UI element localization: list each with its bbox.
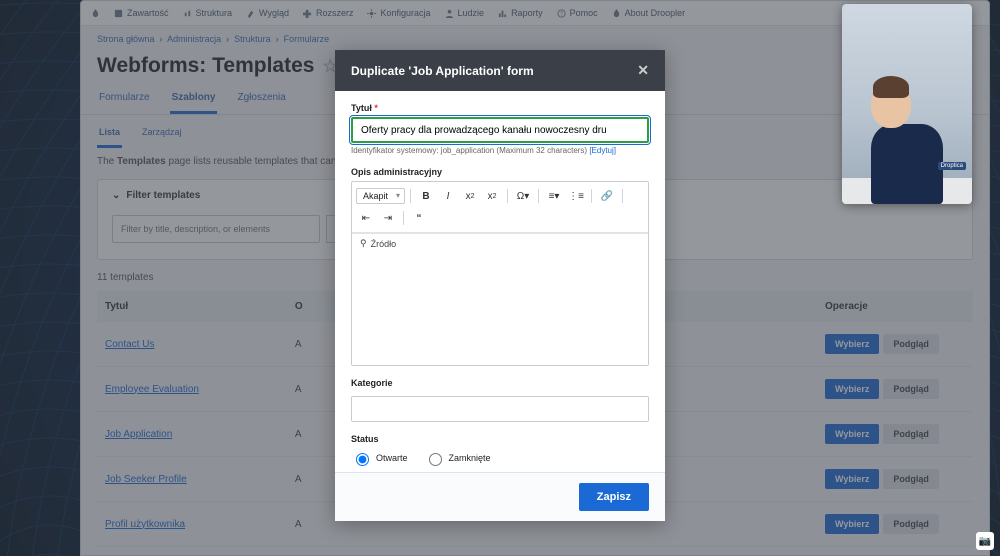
source-button[interactable]: ⚲ Źródło <box>352 233 648 253</box>
save-button[interactable]: Zapisz <box>579 483 649 511</box>
code-icon: ⚲ <box>360 238 367 249</box>
close-icon[interactable]: ✕ <box>637 62 649 79</box>
numlist-icon[interactable]: ≡▾ <box>544 186 564 206</box>
title-input[interactable] <box>351 117 649 143</box>
machine-name-hint: Identyfikator systemowy: job_application… <box>351 146 649 155</box>
desc-label: Opis administracyjny <box>351 167 649 177</box>
status-closed-radio[interactable]: Zamknięte <box>424 450 491 466</box>
categories-input[interactable] <box>351 396 649 422</box>
indent-icon[interactable]: ⇥ <box>378 208 398 228</box>
bold-icon[interactable]: B <box>416 186 436 206</box>
omega-icon[interactable]: Ω▾ <box>513 186 533 206</box>
superscript-icon[interactable]: x2 <box>482 186 502 206</box>
quote-icon[interactable]: “ <box>409 208 429 228</box>
status-label: Status <box>351 434 649 444</box>
shirt-logo: Droptica <box>938 162 966 170</box>
camera-icon[interactable]: 📷 <box>976 532 994 550</box>
rte-textarea[interactable] <box>352 253 648 365</box>
title-label: Tytuł * <box>351 103 649 113</box>
modal-title: Duplicate 'Job Application' form <box>351 64 534 78</box>
outdent-icon[interactable]: ⇤ <box>356 208 376 228</box>
italic-icon[interactable]: I <box>438 186 458 206</box>
status-open-radio[interactable]: Otwarte <box>351 450 408 466</box>
edit-machine-name-link[interactable]: [Edytuj] <box>589 146 616 155</box>
link-icon[interactable]: 🔗 <box>597 186 617 206</box>
presenter-webcam: Droptica <box>842 4 972 204</box>
modal-header: Duplicate 'Job Application' form ✕ <box>335 50 665 91</box>
categories-label: Kategorie <box>351 378 649 388</box>
duplicate-modal: Duplicate 'Job Application' form ✕ Tytuł… <box>335 50 665 521</box>
bullist-icon[interactable]: ⋮≡ <box>566 186 586 206</box>
rte-toolbar: Akapit B I x2 x2 Ω▾ ≡▾ ⋮≡ 🔗 ⇤ ⇥ “ <box>352 182 648 233</box>
format-select[interactable]: Akapit <box>356 188 405 204</box>
rich-text-editor: Akapit B I x2 x2 Ω▾ ≡▾ ⋮≡ 🔗 ⇤ ⇥ “ <box>351 181 649 366</box>
subscript-icon[interactable]: x2 <box>460 186 480 206</box>
